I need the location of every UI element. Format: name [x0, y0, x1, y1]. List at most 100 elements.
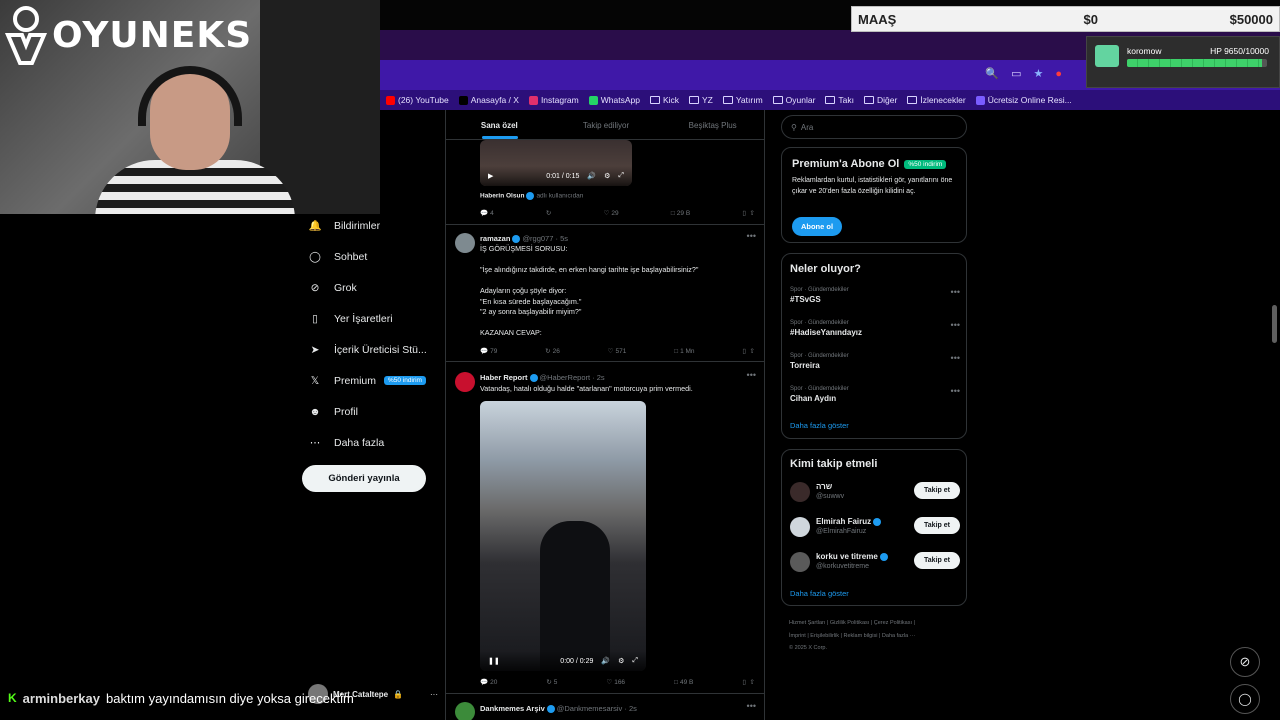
bookmark-item[interactable]: Yatırım	[722, 95, 763, 105]
bookmark-item[interactable]: YZ	[689, 95, 713, 105]
pause-icon[interactable]: ❚❚	[488, 657, 500, 665]
author-name[interactable]: ramazan	[480, 234, 510, 243]
reply-button[interactable]: 💬 4	[480, 209, 494, 218]
video-player[interactable]: ▶ 0:01 / 0:15 🔊 ⚙ ⤢	[480, 140, 632, 186]
settings-icon[interactable]: ⚙	[604, 172, 610, 180]
avatar[interactable]	[790, 482, 810, 502]
trend-more-icon[interactable]: •••	[951, 287, 960, 297]
views-count[interactable]: □ 1 Mn	[674, 347, 694, 355]
premium-discount-badge: %50 indirim	[384, 376, 426, 385]
volume-icon[interactable]: 🔊	[601, 657, 610, 665]
extension-icon[interactable]: ●	[1055, 68, 1062, 80]
author-name[interactable]: Dankmemes Arşiv	[480, 704, 545, 713]
footer-line-1[interactable]: Hizmet Şartları | Gizlilik Politikası | …	[789, 617, 959, 630]
like-button[interactable]: ♡ 571	[608, 347, 627, 356]
tweet-ramazan[interactable]: ramazan @rgg077 · 5s ••• İŞ GÖRÜŞMESİ SOR…	[446, 225, 764, 362]
install-icon[interactable]: ▭	[1011, 67, 1021, 80]
avatar[interactable]	[790, 517, 810, 537]
tweet-haberin-olsun[interactable]: ▶ 0:01 / 0:15 🔊 ⚙ ⤢ Haberin Olsun adlı ku…	[446, 140, 764, 225]
post-button[interactable]: Gönderi yayınla	[302, 465, 426, 492]
follow-suggestion[interactable]: korku ve titreme @korkuvetitreme Takip et	[790, 550, 960, 578]
follow-suggestion[interactable]: שרה @suwwv Takip et	[790, 480, 960, 508]
source-name[interactable]: Haberin Olsun	[480, 193, 524, 200]
trend-more-icon[interactable]: •••	[951, 353, 960, 363]
nav-item-1[interactable]: ◯ Sohbet	[305, 241, 445, 272]
zoom-icon[interactable]: 🔍	[985, 67, 999, 80]
nav-item-6[interactable]: ☻ Profil	[305, 396, 445, 427]
more-icon[interactable]: •••	[747, 701, 756, 711]
follow-button[interactable]: Takip et	[914, 552, 960, 569]
avatar[interactable]	[455, 702, 475, 720]
bookmark-icon[interactable]: ▯ ⇧	[742, 347, 755, 355]
trend-item[interactable]: Spor · Gündemdekiler Cihan Aydın •••	[790, 386, 960, 403]
nav-item-7[interactable]: ⋯ Daha fazla	[305, 427, 445, 458]
bookmark-icon[interactable]: ▯ ⇧	[742, 678, 755, 686]
nav-item-5[interactable]: 𝕏 Premium %50 indirim	[305, 365, 445, 396]
views-count[interactable]: □ 49 B	[674, 678, 693, 686]
nav-item-3[interactable]: ▯ Yer İşaretleri	[305, 303, 445, 334]
more-icon[interactable]: •••	[747, 370, 756, 380]
trend-more-icon[interactable]: •••	[951, 386, 960, 396]
messages-fab[interactable]: ◯	[1230, 684, 1260, 714]
repost-button[interactable]: ↻ 26	[545, 347, 560, 356]
page-scrollbar[interactable]	[1272, 305, 1277, 343]
tweet-actions: 💬 79 ↻ 26 ♡ 571 □ 1 Mn ▯ ⇧	[480, 347, 755, 356]
tab-following[interactable]: Takip ediliyor	[553, 110, 660, 139]
like-button[interactable]: ♡ 166	[606, 678, 625, 687]
author-name[interactable]: Haber Report	[480, 373, 528, 382]
fullscreen-icon[interactable]: ⤢	[618, 172, 624, 180]
nav-item-4[interactable]: ➤ İçerik Üreticisi Stü...	[305, 334, 445, 365]
avatar[interactable]	[455, 372, 475, 392]
bookmark-item[interactable]: Anasayfa / X	[458, 95, 519, 105]
repost-button[interactable]: ↻ 5	[546, 678, 557, 687]
trend-item[interactable]: Spor · Gündemdekiler #HadiseYanındayız •••	[790, 320, 960, 337]
tweet-haber-report[interactable]: Haber Report @HaberReport · 2s ••• Vatand…	[446, 362, 764, 694]
footer-line-2[interactable]: İmprint | Erişilebilirlik | Reklam bilgi…	[789, 630, 959, 643]
trends-show-more[interactable]: Daha fazla göster	[790, 421, 849, 430]
follow-show-more[interactable]: Daha fazla göster	[790, 589, 849, 598]
account-more-icon[interactable]: ···	[430, 690, 438, 699]
more-icon[interactable]: •••	[747, 231, 756, 241]
views-count[interactable]: □ 29 B	[671, 209, 690, 217]
trend-more-icon[interactable]: •••	[951, 320, 960, 330]
tab-for-you[interactable]: Sana özel	[446, 110, 553, 139]
reply-button[interactable]: 💬 79	[480, 347, 497, 356]
bookmark-item[interactable]: Instagram	[528, 95, 579, 105]
settings-icon[interactable]: ⚙	[618, 657, 624, 665]
bookmark-item[interactable]: Kick	[649, 95, 679, 105]
play-icon[interactable]: ▶	[488, 172, 493, 180]
tweet-dankmemes[interactable]: Dankmemes Arşiv @Dankmemesarsiv · 2s •••	[446, 694, 764, 720]
bookmark-item[interactable]: WhatsApp	[588, 95, 640, 105]
avatar[interactable]	[790, 552, 810, 572]
follow-button[interactable]: Takip et	[914, 517, 960, 534]
verified-icon	[526, 192, 535, 200]
bookmark-item[interactable]: Takı	[825, 95, 854, 105]
bookmark-item[interactable]: İzlenecekler	[907, 95, 966, 105]
tab-besiktas-plus[interactable]: Beşiktaş Plus	[659, 110, 764, 139]
subscribe-button[interactable]: Abone ol	[792, 217, 842, 236]
nav-item-label: Premium	[334, 374, 377, 387]
follow-button[interactable]: Takip et	[914, 482, 960, 499]
star-icon[interactable]: ★	[1033, 67, 1043, 80]
search-input[interactable]: ⚲ Ara	[781, 115, 967, 139]
fullscreen-icon[interactable]: ⤢	[632, 657, 638, 665]
like-button[interactable]: ♡ 29	[604, 209, 619, 218]
bookmark-item[interactable]: Ücretsiz Online Resi...	[975, 95, 1072, 105]
bookmark-item[interactable]: Oyunlar	[772, 95, 815, 105]
bookmark-item[interactable]: (26) YouTube	[386, 95, 449, 105]
grok-fab[interactable]: ⊘	[1230, 647, 1260, 677]
nav-item-2[interactable]: ⊘ Grok	[305, 272, 445, 303]
avatar[interactable]	[455, 233, 475, 253]
reply-button[interactable]: 💬 20	[480, 678, 497, 687]
follow-suggestion[interactable]: Elmirah Fairuz @ElmirahFairuz Takip et	[790, 515, 960, 543]
author-handle: @Dankmemesarsiv · 2s	[556, 704, 637, 713]
nav-item-0[interactable]: 🔔 Bildirimler	[305, 210, 445, 241]
footer-links: Hizmet Şartları | Gizlilik Politikası | …	[789, 617, 959, 655]
repost-button[interactable]: ↻	[546, 209, 551, 217]
trend-item[interactable]: Spor · Gündemdekiler #TSvGS •••	[790, 287, 960, 304]
video-player[interactable]: ❚❚ 0:00 / 0:29 🔊 ⚙ ⤢	[480, 401, 646, 671]
bookmark-item[interactable]: Diğer	[864, 95, 897, 105]
bookmark-icon[interactable]: ▯ ⇧	[742, 209, 755, 217]
volume-icon[interactable]: 🔊	[587, 172, 596, 180]
trend-item[interactable]: Spor · Gündemdekiler Torreira •••	[790, 353, 960, 370]
